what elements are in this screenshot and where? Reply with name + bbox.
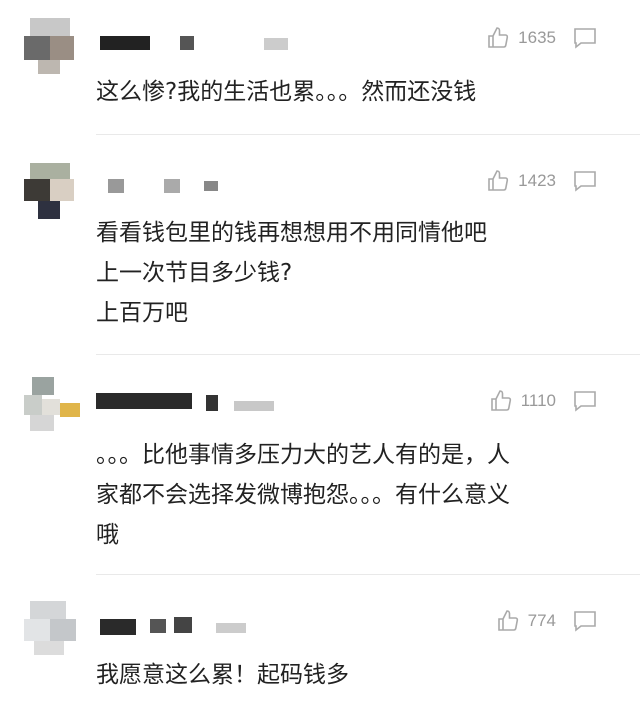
comment-bubble-icon[interactable] bbox=[572, 27, 598, 49]
comment-item: 1423 看看钱包里的钱再想想用不用同情他吧 上一次节目多少钱? 上百万吧 bbox=[0, 135, 640, 355]
comment-line: 看看钱包里的钱再想想用不用同情他吧 bbox=[96, 220, 487, 246]
avatar[interactable] bbox=[24, 18, 82, 76]
comment-item: 1635 这么惨?我的生活也累。。。然而还没钱 bbox=[0, 0, 640, 135]
comment-item: 1110 。。。比他事情多压力大的艺人有的是，人 家都不会选择发微博抱怨。。。有… bbox=[0, 355, 640, 575]
thumbs-up-icon bbox=[497, 610, 518, 631]
username-blurred[interactable] bbox=[96, 391, 296, 411]
comment-line: 。。。比他事情多压力大的艺人有的是，人 bbox=[96, 442, 510, 468]
like-button[interactable]: 1635 bbox=[486, 26, 556, 50]
comment-text: 我愿意这么累！起码钱多 bbox=[96, 655, 600, 695]
like-button[interactable]: 1423 bbox=[486, 169, 556, 193]
username-blurred[interactable] bbox=[100, 34, 300, 52]
like-count: 1423 bbox=[518, 171, 556, 190]
comment-line: 家都不会选择发微博抱怨。。。有什么意义 bbox=[96, 482, 510, 508]
comment-line: 上百万吧 bbox=[96, 300, 188, 326]
comment-text: 。。。比他事情多压力大的艺人有的是，人 家都不会选择发微博抱怨。。。有什么意义 … bbox=[96, 435, 600, 555]
avatar[interactable] bbox=[24, 163, 82, 221]
comment-line: 哦 bbox=[96, 522, 119, 548]
comment-text: 这么惨?我的生活也累。。。然而还没钱 bbox=[96, 72, 600, 112]
thumbs-up-icon bbox=[490, 390, 511, 411]
comment-line: 上一次节目多少钱? bbox=[96, 260, 293, 286]
comment-item: 774 我愿意这么累！起码钱多 bbox=[0, 575, 640, 710]
like-button[interactable]: 774 bbox=[496, 609, 556, 633]
comment-text: 看看钱包里的钱再想想用不用同情他吧 上一次节目多少钱? 上百万吧 bbox=[96, 213, 600, 333]
like-button[interactable]: 1110 bbox=[489, 389, 556, 413]
username-blurred[interactable] bbox=[100, 615, 260, 637]
comment-line: 这么惨?我的生活也累。。。然而还没钱 bbox=[96, 79, 477, 105]
like-count: 1110 bbox=[520, 391, 556, 410]
comment-line: 我愿意这么累！起码钱多 bbox=[96, 662, 349, 688]
thumbs-up-icon bbox=[488, 170, 509, 191]
avatar[interactable] bbox=[24, 601, 82, 659]
comment-bubble-icon[interactable] bbox=[572, 390, 598, 412]
avatar[interactable] bbox=[24, 377, 82, 435]
like-count: 1635 bbox=[518, 28, 556, 47]
comment-bubble-icon[interactable] bbox=[572, 170, 598, 192]
username-blurred[interactable] bbox=[100, 177, 240, 195]
comment-bubble-icon[interactable] bbox=[572, 610, 598, 632]
like-count: 774 bbox=[527, 611, 556, 630]
thumbs-up-icon bbox=[488, 27, 509, 48]
